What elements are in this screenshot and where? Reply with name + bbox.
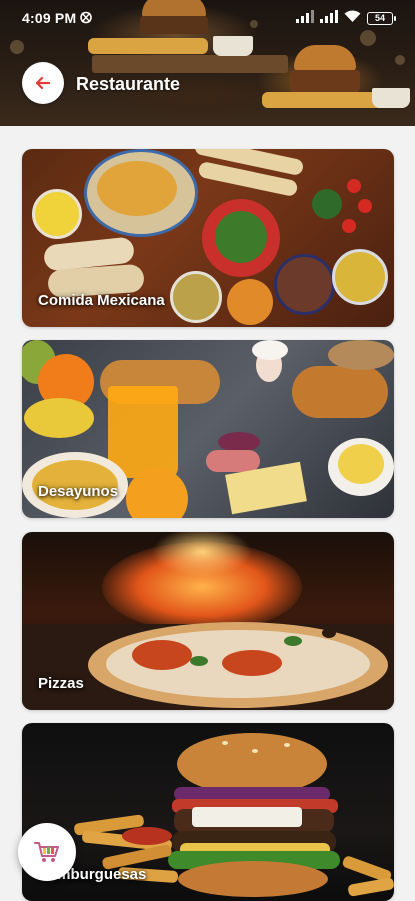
status-icons: 54 [296, 9, 396, 27]
category-label: Comida Mexicana [38, 292, 165, 309]
category-label: Pizzas [38, 675, 84, 692]
serving-board-image [92, 55, 288, 73]
category-card-comida-mexicana[interactable]: Comida Mexicana [22, 149, 394, 327]
category-card-pizzas[interactable]: Pizzas [22, 532, 394, 710]
header-banner: 4:09 PM 54 Restaurante [0, 0, 415, 126]
battery-icon: 54 [367, 11, 396, 25]
wifi-icon [344, 10, 361, 26]
bluetooth-sync-icon [78, 10, 95, 25]
arrow-left-icon [35, 76, 51, 90]
page-title: Restaurante [76, 74, 181, 94]
fries-image [262, 92, 390, 108]
signal-icon-2 [320, 10, 338, 26]
back-button[interactable] [22, 62, 64, 104]
cart-button[interactable] [18, 823, 76, 881]
fries-image [88, 38, 208, 54]
sauce-cup-image [372, 88, 410, 108]
burger-patty-image [290, 70, 360, 92]
category-card-desayunos[interactable]: Desayunos [22, 340, 394, 518]
status-time: 4:09 PM [22, 10, 77, 26]
signal-icon [296, 10, 314, 26]
category-card-hamburguesas[interactable]: Hamburguesas [22, 723, 394, 901]
shopping-cart-icon [34, 842, 59, 862]
category-label: Desayunos [38, 483, 119, 500]
sauce-cup-image [213, 36, 253, 56]
burger-bun-image [294, 45, 356, 71]
battery-level: 54 [374, 13, 385, 23]
status-bar: 4:09 PM 54 [0, 0, 415, 36]
